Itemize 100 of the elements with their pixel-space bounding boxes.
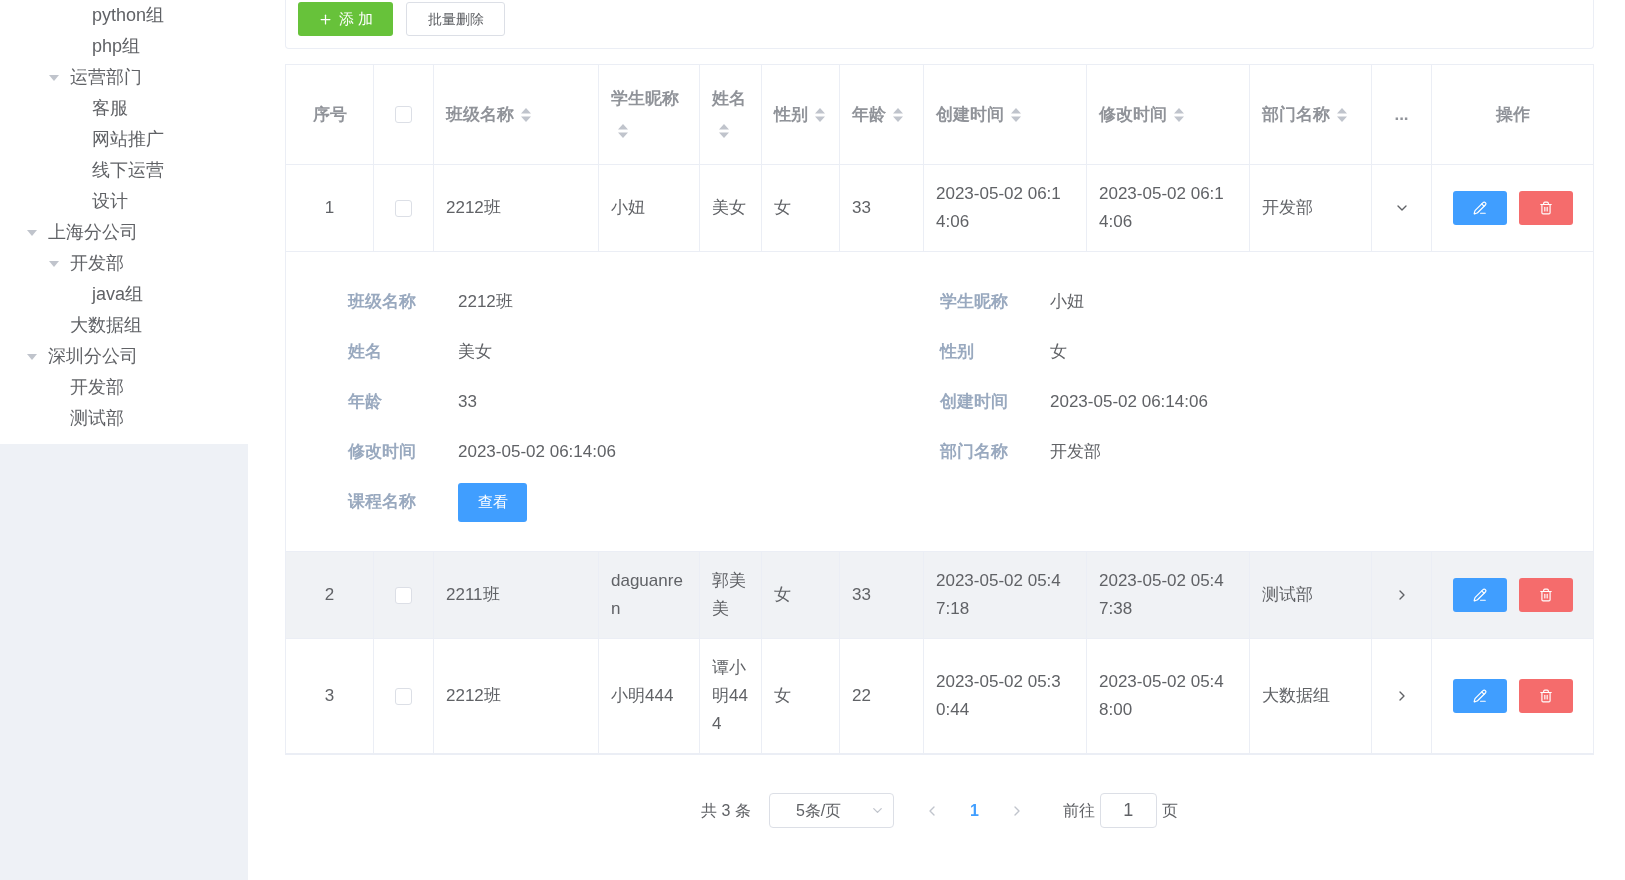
tree-item[interactable]: 深圳分公司	[48, 343, 138, 370]
detail-label: 创建时间	[940, 391, 1009, 414]
table-cell-text: 1	[324, 197, 335, 219]
pencil-icon	[1472, 588, 1487, 602]
tree-item[interactable]: 网站推广	[92, 126, 164, 153]
detail-label: 部门名称	[940, 441, 1009, 464]
detail-value: 2023-05-02 06:14:06	[1050, 391, 1208, 414]
sort-icon[interactable]	[617, 123, 629, 139]
detail-label: 课程名称	[348, 491, 417, 514]
table-cell-text: 测试部	[1262, 584, 1313, 606]
table-cell-text: 郭美美	[712, 570, 747, 620]
checkbox[interactable]	[395, 687, 412, 705]
column-heading: 姓名	[712, 88, 746, 108]
table-cell-text: 女	[774, 584, 791, 606]
table-cell-text: 33	[852, 584, 871, 606]
detail-label: 班级名称	[348, 291, 417, 314]
table-cell-text: 33	[852, 197, 871, 219]
column-heading: 性别	[774, 104, 808, 124]
batch-delete-button[interactable]: 批量删除	[406, 2, 505, 36]
column-heading: 修改时间	[1099, 104, 1167, 124]
column-heading: 学生昵称	[611, 88, 679, 108]
trash-icon	[1538, 588, 1553, 602]
sort-icon[interactable]	[520, 107, 532, 123]
delete-button[interactable]	[1518, 578, 1573, 612]
table-cell-text: 2212班	[446, 685, 501, 707]
delete-button[interactable]	[1518, 191, 1573, 225]
trash-icon	[1538, 689, 1553, 703]
sort-icon[interactable]	[1336, 107, 1348, 123]
column-heading: 操作	[1495, 103, 1530, 126]
detail-value: 美女	[458, 341, 492, 364]
trash-icon	[1538, 201, 1553, 215]
table-cell-text: daguanren	[611, 570, 684, 620]
edit-button[interactable]	[1452, 679, 1507, 713]
sort-icon[interactable]	[1173, 107, 1185, 123]
table-cell-text: 2023-05-02 05:48:00	[1099, 671, 1225, 721]
table-cell-text: 2211班	[446, 584, 500, 606]
table-cell-text: 2212班	[446, 197, 501, 219]
detail-value: 开发部	[1050, 441, 1101, 464]
detail-label: 修改时间	[348, 441, 417, 464]
column-heading: 班级名称	[446, 104, 514, 124]
sort-icon[interactable]	[718, 123, 730, 139]
tree-item[interactable]: 测试部	[70, 405, 124, 432]
detail-value: 33	[458, 391, 477, 414]
detail-value: 2212班	[458, 291, 513, 314]
table-cell-text: 女	[774, 197, 791, 219]
column-heading: 创建时间	[936, 104, 1004, 124]
edit-button[interactable]	[1452, 578, 1507, 612]
table-cell-text: 22	[852, 685, 871, 707]
column-heading: 年龄	[852, 104, 886, 124]
delete-button[interactable]	[1518, 679, 1573, 713]
table-cell-text: 3	[324, 685, 335, 707]
table-cell-text: 2	[324, 584, 335, 606]
column-heading: ...	[1394, 103, 1409, 126]
tree-item[interactable]: 开发部	[70, 374, 124, 401]
detail-value: 小妞	[1050, 291, 1084, 314]
edit-button[interactable]	[1452, 191, 1507, 225]
detail-label: 年龄	[348, 391, 383, 414]
sort-icon[interactable]	[814, 107, 826, 123]
detail-label: 性别	[940, 341, 975, 364]
tree-item[interactable]: java组	[92, 281, 144, 308]
tree-item[interactable]: 线下运营	[92, 157, 164, 184]
table-cell-text: 小妞	[611, 197, 645, 219]
page-size-select[interactable]: 5条/页	[768, 793, 894, 828]
sort-icon[interactable]	[1010, 107, 1022, 123]
detail-value: 女	[1050, 341, 1067, 364]
tree-item[interactable]: 运营部门	[70, 64, 142, 91]
page-input[interactable]: 1	[1099, 793, 1157, 828]
tree-item[interactable]: 上海分公司	[48, 219, 138, 246]
tree-item[interactable]: 客服	[92, 95, 128, 122]
table-cell-text: 开发部	[1262, 197, 1313, 219]
goto-label: 前往	[1062, 800, 1095, 821]
table-cell-text: 2023-05-02 06:14:06	[1099, 183, 1225, 233]
checkbox[interactable]	[395, 586, 412, 604]
page-suffix: 页	[1161, 800, 1178, 821]
table-cell-text: 大数据组	[1262, 685, 1330, 707]
tree-item[interactable]: python组	[92, 2, 165, 29]
detail-label: 姓名	[348, 341, 383, 364]
tree-item[interactable]: 开发部	[70, 250, 124, 277]
table-cell-text: 2023-05-02 05:30:44	[936, 671, 1062, 721]
table-cell-text: 美女	[712, 197, 746, 219]
checkbox[interactable]	[395, 106, 412, 123]
pencil-icon	[1472, 201, 1487, 215]
table-cell-text: 谭小明444	[712, 657, 749, 735]
column-heading: 序号	[312, 103, 347, 126]
column-heading: 部门名称	[1262, 104, 1330, 124]
pencil-icon	[1472, 689, 1487, 703]
tree-item[interactable]: php组	[92, 33, 141, 60]
table-cell-text: 2023-05-02 06:14:06	[936, 183, 1062, 233]
table-cell-text: 2023-05-02 05:47:18	[936, 570, 1062, 620]
detail-label: 学生昵称	[940, 291, 1009, 314]
tree-item[interactable]: 设计	[92, 188, 128, 215]
tree-item[interactable]: 大数据组	[70, 312, 142, 339]
sort-icon[interactable]	[892, 107, 904, 123]
checkbox[interactable]	[395, 199, 412, 217]
table-cell-text: 女	[774, 685, 791, 707]
total-count: 共 3 条	[701, 800, 751, 821]
table-cell-text: 小明444	[611, 685, 674, 707]
detail-value: 2023-05-02 06:14:06	[458, 441, 616, 464]
table-cell-text: 2023-05-02 05:47:38	[1099, 570, 1225, 620]
plus-icon	[317, 11, 333, 27]
